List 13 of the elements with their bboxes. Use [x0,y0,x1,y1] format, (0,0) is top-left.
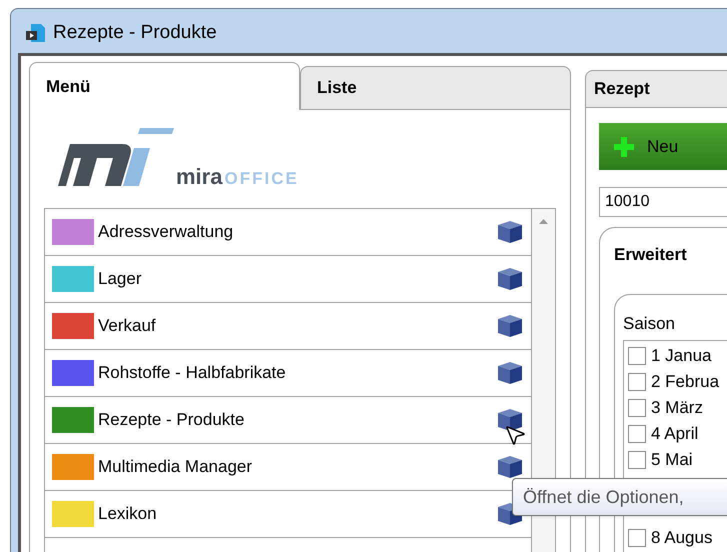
section-title: Erweitert [614,244,688,266]
group-title: Saison [623,312,676,334]
menu-item-label: Verkauf [98,315,157,338]
menu-item-label: Lexikon [98,503,158,526]
menu-item-label: Adressverwaltung [98,221,234,244]
logo-brand: mira [176,166,222,188]
menu-item-label: Rohstoffe - Halbfabrikate [98,362,287,384]
window-title: Rezepte - Produkte [53,20,217,45]
menu-item-label: Multimedia Manager [98,456,254,478]
menu-item-label: Rezepte - Produkte [98,409,246,432]
logo-suffix: OFFICE [224,170,299,187]
tooltip: Öffnet die Optionen, [512,478,727,516]
menu-item-label: Lager [98,268,142,290]
